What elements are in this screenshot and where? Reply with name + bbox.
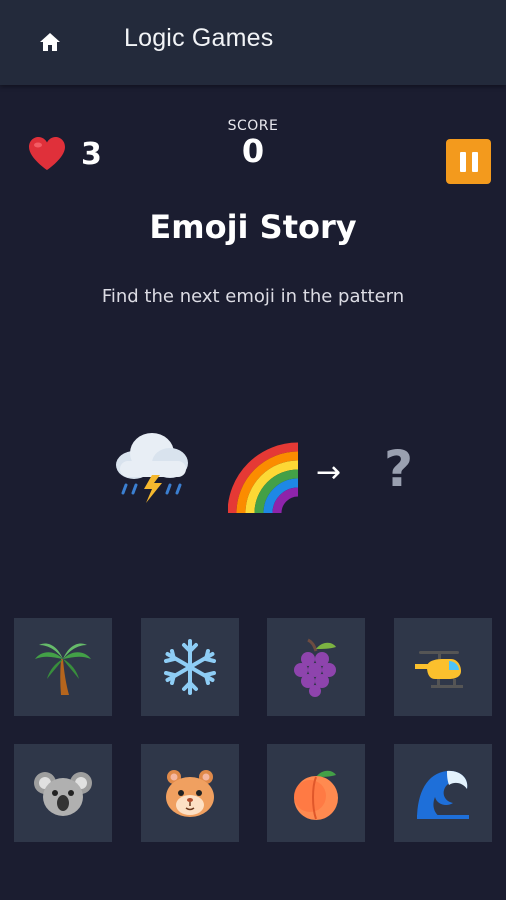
app-bar: Logic Games bbox=[0, 0, 506, 85]
option-tile-peach[interactable] bbox=[267, 744, 365, 842]
option-tile-helicopter[interactable] bbox=[394, 618, 492, 716]
app-title: Logic Games bbox=[124, 24, 274, 52]
pause-button[interactable] bbox=[446, 139, 491, 184]
heart-icon bbox=[29, 137, 65, 170]
palm-tree-icon bbox=[35, 643, 91, 695]
peach-icon bbox=[294, 770, 338, 820]
question-mark: ? bbox=[384, 440, 414, 498]
snowflake-icon bbox=[164, 639, 216, 695]
home-icon bbox=[40, 33, 60, 51]
pause-icon bbox=[459, 151, 466, 172]
emoji-sequence bbox=[0, 425, 506, 525]
score-display: SCORE 0 bbox=[203, 118, 303, 168]
game-title: Emoji Story bbox=[149, 208, 357, 246]
home-button[interactable] bbox=[30, 22, 70, 62]
option-tile-palm-tree[interactable] bbox=[14, 618, 112, 716]
score-value: 0 bbox=[241, 132, 265, 170]
koala-icon bbox=[34, 772, 92, 816]
wave-icon bbox=[417, 770, 469, 819]
option-tile-grapes[interactable] bbox=[267, 618, 365, 716]
grapes-icon bbox=[294, 638, 336, 697]
lives-counter: 3 bbox=[27, 134, 102, 174]
option-tile-snowflake[interactable] bbox=[141, 618, 239, 716]
sequence-arrow: → bbox=[316, 455, 342, 490]
instructions-text: Find the next emoji in the pattern bbox=[101, 286, 405, 307]
cloud-lightning-rain-icon bbox=[116, 433, 188, 503]
option-tile-hamster[interactable] bbox=[141, 744, 239, 842]
option-tile-wave[interactable] bbox=[394, 744, 492, 842]
lives-count: 3 bbox=[81, 136, 102, 172]
helicopter-icon bbox=[415, 651, 463, 688]
rainbow-icon bbox=[228, 442, 299, 513]
hamster-icon bbox=[166, 770, 214, 817]
option-tile-koala[interactable] bbox=[14, 744, 112, 842]
